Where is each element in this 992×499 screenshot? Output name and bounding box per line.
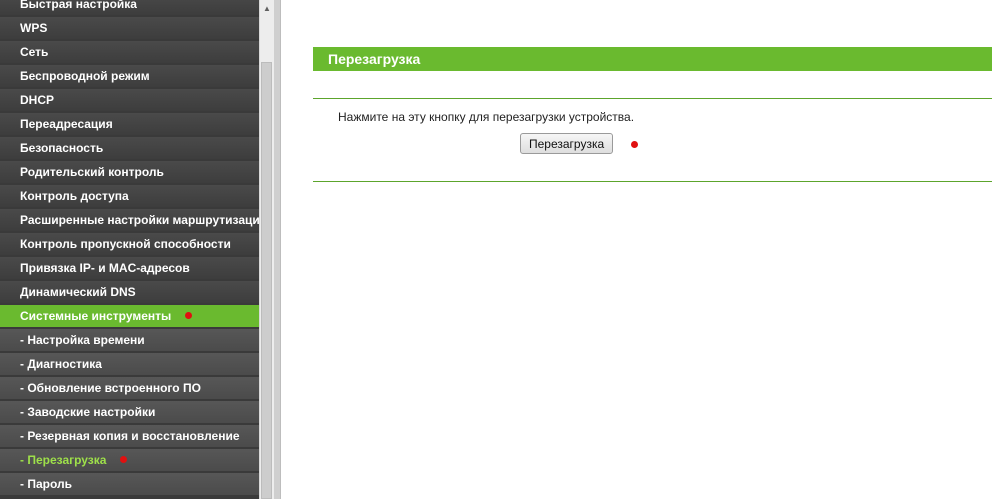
sidebar-item-wps[interactable]: WPS <box>0 17 259 39</box>
frame-divider <box>274 0 281 499</box>
scrollbar-thumb[interactable] <box>261 62 272 499</box>
sidebar-item-dhcp[interactable]: DHCP <box>0 89 259 111</box>
router-admin-window: Быстрая настройка WPS Сеть Беспроводной … <box>0 0 992 499</box>
sidebar-subitem-password[interactable]: - Пароль <box>0 473 259 495</box>
sidebar-item-label: - Перезагрузка <box>20 453 107 467</box>
sidebar-item-dynamic-dns[interactable]: Динамический DNS <box>0 281 259 303</box>
red-marker-dot-icon <box>120 456 128 464</box>
sidebar-item-advanced-routing[interactable]: Расширенные настройки маршрутизации <box>0 209 259 231</box>
sidebar-item-label: - Настройка времени <box>20 333 145 347</box>
sidebar-item-bandwidth-control[interactable]: Контроль пропускной способности <box>0 233 259 255</box>
sidebar-item-label: DHCP <box>20 93 55 107</box>
sidebar-item-label: - Резервная копия и восстановление <box>20 429 240 443</box>
sidebar-item-label: Привязка IP- и MAC-адресов <box>20 261 190 275</box>
reboot-description: Нажмите на эту кнопку для перезагрузки у… <box>338 110 635 124</box>
sidebar-item-label: Контроль пропускной способности <box>20 237 231 251</box>
sidebar-subitem-diagnostics[interactable]: - Диагностика <box>0 353 259 375</box>
sidebar-item-label: - Диагностика <box>20 357 102 371</box>
scroll-up-arrow-icon[interactable]: ▲ <box>260 0 274 17</box>
sidebar-item-label: Расширенные настройки маршрутизации <box>20 213 259 227</box>
sidebar-item-ip-mac-binding[interactable]: Привязка IP- и MAC-адресов <box>0 257 259 279</box>
sidebar-item-network[interactable]: Сеть <box>0 41 259 63</box>
sidebar-item-access-control[interactable]: Контроль доступа <box>0 185 259 207</box>
sidebar-item-label: Родительский контроль <box>20 165 164 179</box>
sidebar-scrollbar[interactable]: ▲ <box>259 0 274 499</box>
sidebar-item-system-tools[interactable]: Системные инструменты <box>0 305 259 327</box>
sidebar-item-forwarding[interactable]: Переадресация <box>0 113 259 135</box>
sidebar-item-security[interactable]: Безопасность <box>0 137 259 159</box>
sidebar-item-label: - Обновление встроенного ПО <box>20 381 201 395</box>
menu-list: Быстрая настройка WPS Сеть Беспроводной … <box>0 0 259 497</box>
sidebar-item-label: Контроль доступа <box>20 189 129 203</box>
sidebar-subitem-backup-restore[interactable]: - Резервная копия и восстановление <box>0 425 259 447</box>
sidebar-menu: Быстрая настройка WPS Сеть Беспроводной … <box>0 0 259 499</box>
sidebar-item-quick-setup[interactable]: Быстрая настройка <box>0 0 259 15</box>
section-title: Перезагрузка <box>313 47 992 71</box>
sidebar-item-parental-control[interactable]: Родительский контроль <box>0 161 259 183</box>
sidebar-subitem-reboot[interactable]: - Перезагрузка <box>0 449 259 471</box>
sidebar-item-label: WPS <box>20 21 48 35</box>
sidebar-subitem-time-settings[interactable]: - Настройка времени <box>0 329 259 351</box>
sidebar-item-label: Динамический DNS <box>20 285 136 299</box>
sidebar-item-label: Переадресация <box>20 117 113 131</box>
main-content: Перезагрузка Нажмите на эту кнопку для п… <box>282 0 992 499</box>
sidebar-item-wireless[interactable]: Беспроводной режим <box>0 65 259 87</box>
reboot-button[interactable]: Перезагрузка <box>520 133 614 154</box>
sidebar-item-label: - Заводские настройки <box>20 405 156 419</box>
sidebar-item-label: Системные инструменты <box>20 309 172 323</box>
divider-bottom <box>313 181 992 182</box>
sidebar-item-label: Сеть <box>20 45 49 59</box>
sidebar-item-label: Безопасность <box>20 141 104 155</box>
sidebar-item-label: Быстрая настройка <box>20 0 137 11</box>
sidebar-subitem-firmware-upgrade[interactable]: - Обновление встроенного ПО <box>0 377 259 399</box>
sidebar-item-label: - Пароль <box>20 477 72 491</box>
red-marker-dot-icon <box>185 312 193 320</box>
sidebar-item-label: Беспроводной режим <box>20 69 150 83</box>
sidebar-subitem-factory-defaults[interactable]: - Заводские настройки <box>0 401 259 423</box>
divider-top <box>313 98 992 99</box>
red-marker-dot-icon <box>631 141 638 148</box>
